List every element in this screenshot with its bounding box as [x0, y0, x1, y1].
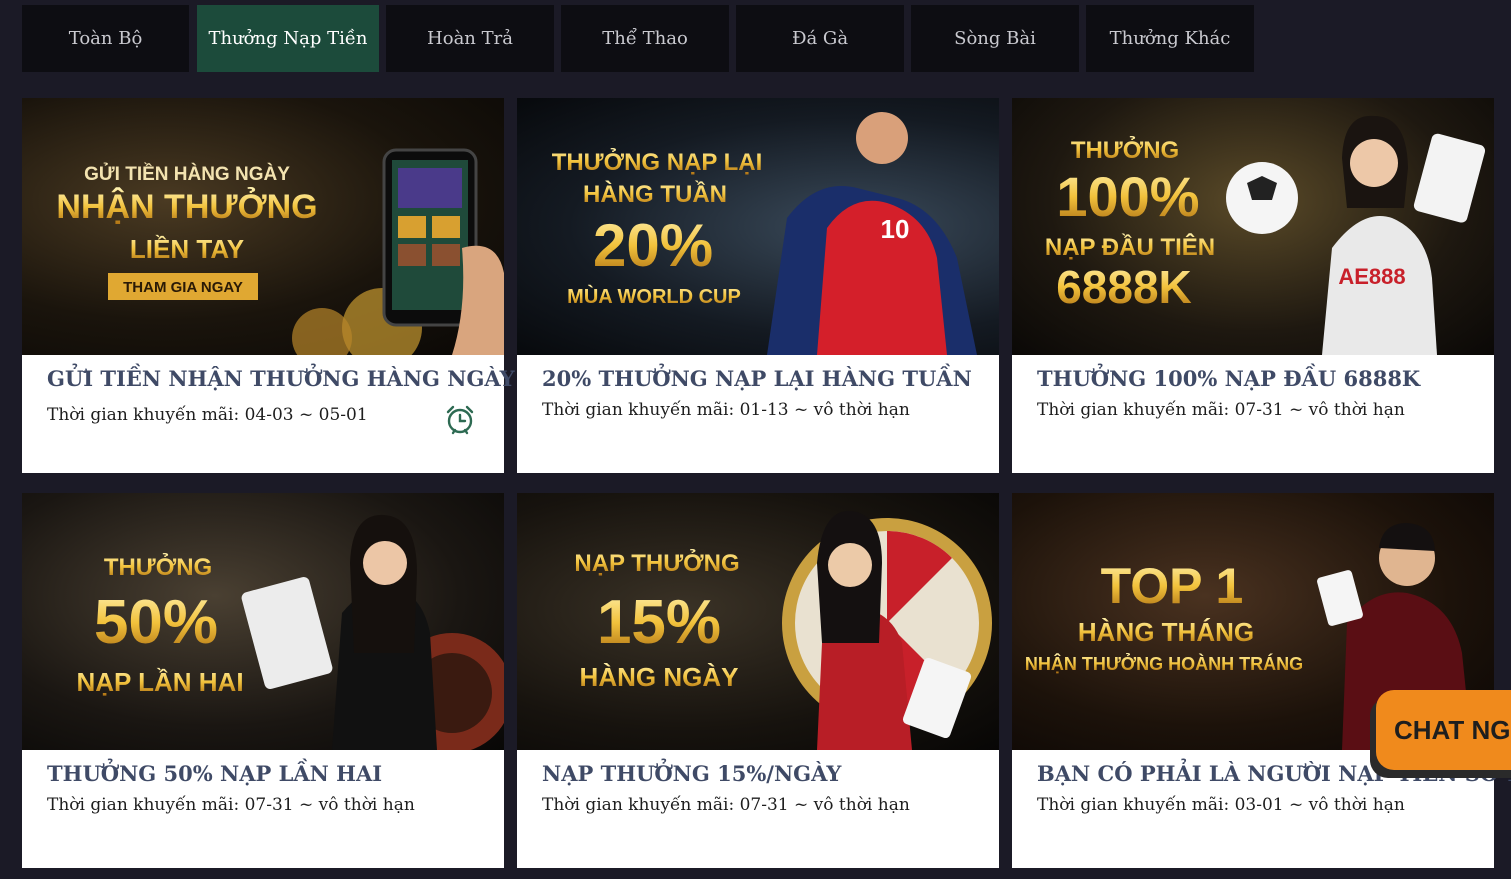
tab-the-thao[interactable]: Thể Thao: [561, 5, 729, 72]
banner-line: 50%: [94, 588, 218, 657]
promo-banner-image[interactable]: THƯỞNG 50% NẠP LẦN HAI: [22, 493, 504, 750]
svg-text:10: 10: [881, 214, 910, 244]
promo-card[interactable]: NẠP THƯỞNG 15% HÀNG NGÀY NẠP THƯỞNG 15%/…: [517, 493, 999, 868]
tab-toan-bo[interactable]: Toàn Bộ: [22, 5, 189, 72]
promo-time: Thời gian khuyến mãi: 01-13 ~ vô thời hạ…: [542, 400, 910, 420]
tab-hoan-tra[interactable]: Hoàn Trả: [386, 5, 554, 72]
promo-time: Thời gian khuyến mãi: 03-01 ~ vô thời hạ…: [1037, 795, 1405, 815]
banner-line: TOP 1: [1101, 558, 1244, 614]
banner-line: THAM GIA NGAY: [123, 279, 243, 296]
promo-banner-image[interactable]: 10 THƯỞNG NẠP LẠI HÀNG TUẦN 20% MÙA WORL…: [517, 98, 999, 355]
promo-banner-image[interactable]: AE888 THƯỞNG 100% NẠP ĐẦU TIÊN 6888K: [1012, 98, 1494, 355]
banner-line: HÀNG THÁNG: [1078, 617, 1254, 647]
chat-now-button[interactable]: CHAT NGAY: [1376, 690, 1511, 770]
banner-line: GỬI TIỀN HÀNG NGÀY: [84, 163, 290, 185]
tab-song-bai[interactable]: Sòng Bài: [911, 5, 1079, 72]
banner-line: THƯỞNG: [1071, 135, 1179, 164]
alarm-clock-icon: [446, 405, 474, 435]
banner-line: MÙA WORLD CUP: [567, 284, 741, 308]
tab-da-ga[interactable]: Đá Gà: [736, 5, 904, 72]
promo-title[interactable]: NẠP THƯỞNG 15%/NGÀY: [542, 761, 982, 786]
promo-title[interactable]: THƯỞNG 50% NẠP LẦN HAI: [47, 761, 487, 786]
promo-title[interactable]: THƯỞNG 100% NẠP ĐẦU 6888K: [1037, 366, 1477, 391]
promo-card[interactable]: THƯỞNG 50% NẠP LẦN HAI THƯỞNG 50% NẠP LẦ…: [22, 493, 504, 868]
banner-line: 20%: [593, 212, 713, 279]
tab-thuong-nap-tien[interactable]: Thưởng Nạp Tiền: [197, 5, 379, 72]
promo-banner-image[interactable]: NẠP THƯỞNG 15% HÀNG NGÀY: [517, 493, 999, 750]
promo-title[interactable]: 20% THƯỞNG NẠP LẠI HÀNG TUẦN: [542, 366, 982, 391]
promo-time: Thời gian khuyến mãi: 07-31 ~ vô thời hạ…: [542, 795, 910, 815]
promo-banner-image[interactable]: GỬI TIỀN HÀNG NGÀY NHẬN THƯỞNG LIỀN TAY …: [22, 98, 504, 355]
banner-line: 6888K: [1056, 261, 1192, 313]
banner-line: NHẬN THƯỞNG HOÀNH TRÁNG: [1025, 653, 1303, 674]
promo-card[interactable]: AE888 THƯỞNG 100% NẠP ĐẦU TIÊN 6888K THƯ…: [1012, 98, 1494, 473]
promo-time: Thời gian khuyến mãi: 04-03 ~ 05-01: [47, 405, 368, 425]
promo-time: Thời gian khuyến mãi: 07-31 ~ vô thời hạ…: [1037, 400, 1405, 420]
promo-card[interactable]: 10 THƯỞNG NẠP LẠI HÀNG TUẦN 20% MÙA WORL…: [517, 98, 999, 473]
banner-line: NẠP ĐẦU TIÊN: [1045, 233, 1215, 261]
banner-line: THƯỞNG: [104, 552, 212, 581]
banner-line: 100%: [1056, 165, 1199, 228]
banner-line: NHẬN THƯỞNG: [56, 188, 317, 226]
promo-card[interactable]: TOP 1 HÀNG THÁNG NHẬN THƯỞNG HOÀNH TRÁNG…: [1012, 493, 1511, 868]
banner-line: THƯỞNG NẠP LẠI: [552, 147, 763, 176]
banner-line: 15%: [597, 588, 721, 657]
banner-line: HÀNG TUẦN: [583, 180, 727, 208]
banner-line: LIỀN TAY: [130, 234, 244, 264]
banner-line: AE888: [1338, 264, 1405, 289]
banner-line: HÀNG NGÀY: [580, 662, 739, 692]
banner-line: NẠP LẦN HAI: [76, 667, 243, 697]
promo-card[interactable]: GỬI TIỀN HÀNG NGÀY NHẬN THƯỞNG LIỀN TAY …: [22, 98, 515, 473]
tab-thuong-khac[interactable]: Thưởng Khác: [1086, 5, 1254, 72]
banner-line: NẠP THƯỞNG: [574, 548, 739, 577]
promo-title[interactable]: GỬI TIỀN NHẬN THƯỞNG HÀNG NGÀY: [47, 366, 515, 391]
promo-time: Thời gian khuyến mãi: 07-31 ~ vô thời hạ…: [47, 795, 415, 815]
